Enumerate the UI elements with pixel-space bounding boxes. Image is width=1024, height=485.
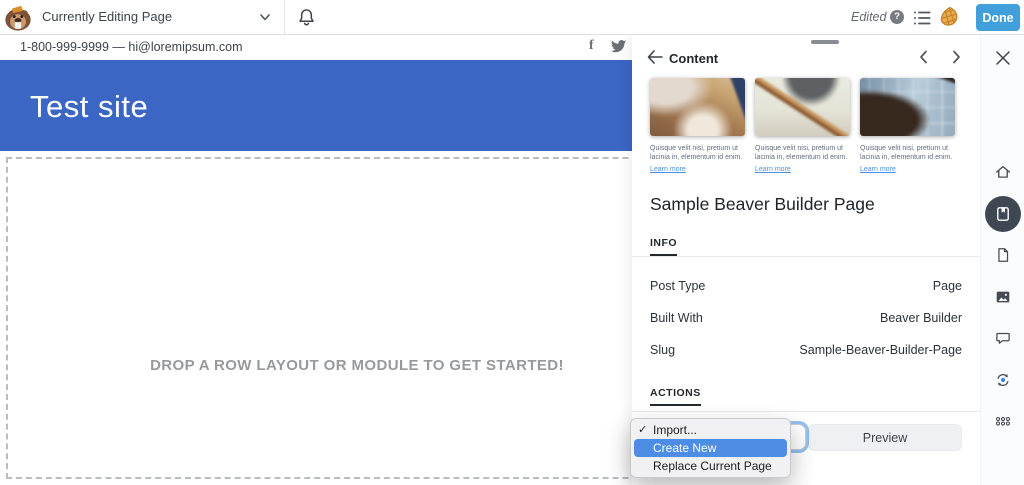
template-thumbnail [650,78,745,136]
site-title: Test site [30,60,148,153]
notifications-bell-icon[interactable] [296,7,318,29]
drop-zone-text: DROP A ROW LAYOUT OR MODULE TO GET START… [150,357,564,374]
info-value: Page [933,279,962,293]
tools-sidebar [980,35,1024,485]
card-caption: Quisque velit nisi, pretium ut lacinia i… [650,144,745,162]
info-value: Sample-Beaver-Builder-Page [799,343,962,357]
learn-more-link: Learn more [650,166,745,173]
template-thumbnail [860,78,955,136]
topbar-divider [284,0,285,34]
info-row-post-type: Post Type Page [632,270,980,302]
checkmark-icon: ✓ [638,421,650,439]
next-arrow-icon[interactable] [949,49,965,67]
close-icon[interactable] [994,49,1012,67]
facebook-icon[interactable]: f [589,38,603,57]
template-card[interactable]: Quisque velit nisi, pretium ut lacinia i… [650,78,745,173]
info-row-slug: Slug Sample-Beaver-Builder-Page [632,334,980,366]
template-preview-cards: Quisque velit nisi, pretium ut lacinia i… [650,78,955,173]
apps-grid-icon[interactable] [994,412,1012,430]
actions-divider [632,411,980,412]
home-icon[interactable] [994,163,1012,181]
template-thumbnail [755,78,850,136]
beaver-logo-icon [3,2,33,32]
prev-arrow-icon[interactable] [917,49,933,67]
menu-item-replace-current-page[interactable]: Replace Current Page [631,457,790,475]
outline-list-icon[interactable] [911,7,933,29]
comments-icon[interactable] [994,329,1012,347]
done-button[interactable]: Done [976,4,1020,31]
info-rows: Post Type Page Built With Beaver Builder… [632,270,980,366]
learn-more-link: Learn more [755,166,850,173]
chevron-down-icon [258,10,272,24]
edited-status: Edited [851,0,886,34]
currently-editing-dropdown[interactable]: Currently Editing Page [42,0,283,34]
preview-button[interactable]: Preview [808,424,962,451]
info-label: Slug [650,343,675,357]
revisions-sync-icon[interactable] [994,371,1012,389]
page-title: Sample Beaver Builder Page [650,194,875,215]
back-arrow-icon[interactable] [646,49,666,67]
beaver-tail-icon[interactable] [938,6,960,28]
drop-zone[interactable]: DROP A ROW LAYOUT OR MODULE TO GET START… [6,157,708,479]
info-value: Beaver Builder [880,311,962,325]
saved-templates-icon[interactable] [985,196,1021,232]
menu-item-import[interactable]: ✓ Import... [631,421,790,439]
tab-actions[interactable]: ACTIONS [650,387,701,406]
tab-info[interactable]: INFO [650,237,677,256]
template-card[interactable]: Quisque velit nisi, pretium ut lacinia i… [755,78,850,173]
top-bar: Currently Editing Page Edited ? [0,0,1024,35]
card-caption: Quisque velit nisi, pretium ut lacinia i… [860,144,955,162]
info-label: Built With [650,311,703,325]
help-icon[interactable]: ? [890,10,904,24]
import-dropdown-menu: ✓ Import... Create New Replace Current P… [630,418,791,478]
page-file-icon[interactable] [994,246,1012,264]
menu-item-create-new[interactable]: Create New [634,439,787,457]
learn-more-link: Learn more [860,166,955,173]
panel-title: Content [669,51,718,66]
media-image-icon[interactable] [994,288,1012,306]
contact-info: 1-800-999-9999 — hi@loremipsum.com [20,35,243,60]
beaver-builder-app: Currently Editing Page Edited ? [0,0,1024,485]
template-card[interactable]: Quisque velit nisi, pretium ut lacinia i… [860,78,955,173]
card-caption: Quisque velit nisi, pretium ut lacinia i… [755,144,850,162]
menu-item-label: Replace Current Page [653,459,772,473]
beaver-builder-logo[interactable] [3,2,35,33]
info-row-built-with: Built With Beaver Builder [632,302,980,334]
currently-editing-label: Currently Editing Page [42,0,172,34]
info-label: Post Type [650,279,705,293]
panel-drag-handle[interactable] [811,40,839,44]
info-divider [632,256,980,257]
menu-item-label: Import... [653,423,697,437]
menu-item-label: Create New [653,441,716,455]
twitter-icon[interactable] [610,39,627,55]
